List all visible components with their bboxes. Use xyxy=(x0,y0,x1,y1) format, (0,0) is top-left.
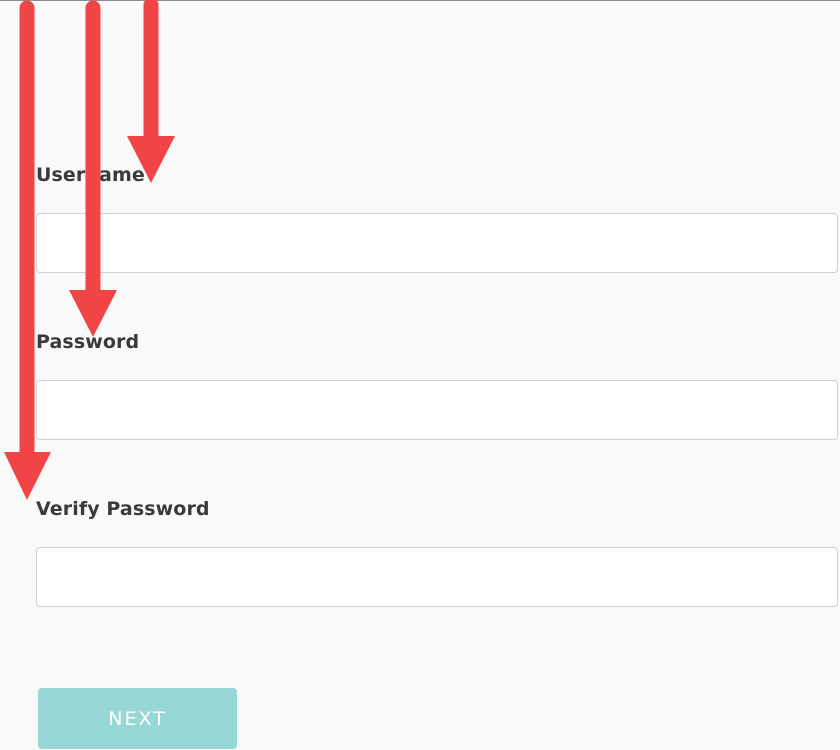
verify-password-label: Verify Password xyxy=(36,498,210,520)
annotation-arrows xyxy=(4,0,175,500)
arrow-down-icon xyxy=(127,0,175,183)
next-button[interactable]: NEXT xyxy=(38,688,237,749)
signup-form-page: Username Password Verify Password NEXT xyxy=(0,0,840,750)
verify-password-input[interactable] xyxy=(36,547,838,607)
top-divider xyxy=(0,0,840,1)
username-label: Username xyxy=(36,164,145,186)
username-input[interactable] xyxy=(36,213,838,273)
password-label: Password xyxy=(36,331,140,353)
password-input[interactable] xyxy=(36,380,838,440)
